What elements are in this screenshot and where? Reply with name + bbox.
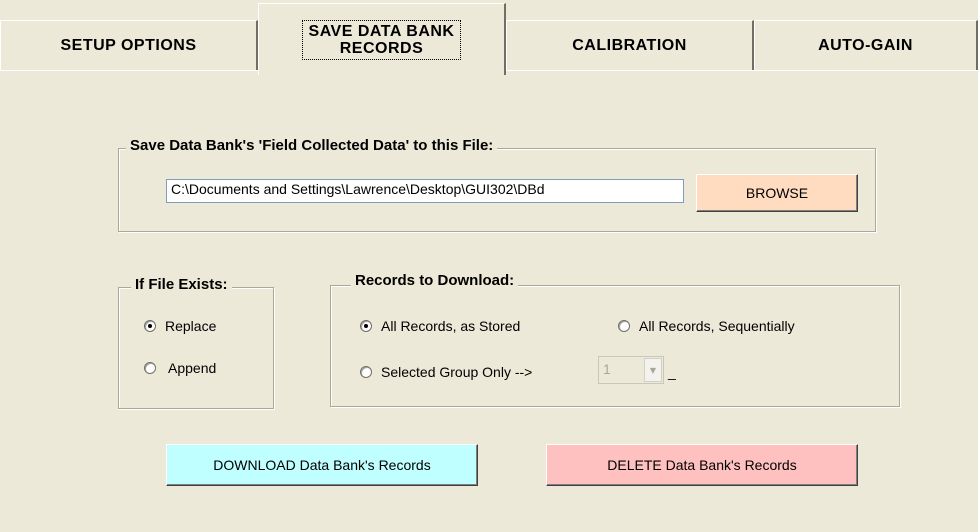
tab-label: CALIBRATION [572, 36, 687, 54]
tab-calibration[interactable]: CALIBRATION [506, 20, 754, 70]
group-suffix: _ [668, 364, 676, 380]
tab-label: SAVE DATA BANK RECORDS [301, 19, 462, 60]
tab-auto-gain[interactable]: AUTO-GAIN [754, 20, 978, 70]
all-records-sequential-label: All Records, Sequentially [639, 318, 795, 334]
group-select-value: 1 [603, 361, 611, 377]
radio-checked-icon [360, 320, 372, 332]
records-legend: Records to Download: [351, 272, 519, 289]
file-path-input[interactable]: C:\Documents and Settings\Lawrence\Deskt… [166, 179, 684, 203]
tab-divider [506, 70, 978, 71]
radio-unchecked-icon [360, 366, 372, 378]
records-group [330, 285, 900, 407]
tab-strip: SETUP OPTIONS SAVE DATA BANK RECORDS CAL… [0, 0, 978, 75]
chevron-down-icon[interactable]: ▼ [644, 358, 662, 382]
tab-divider [0, 70, 258, 71]
radio-unchecked-icon [618, 320, 630, 332]
all-records-stored-label: All Records, as Stored [381, 318, 521, 334]
save-file-legend: Save Data Bank's 'Field Collected Data' … [126, 137, 498, 154]
file-exists-legend: If File Exists: [131, 276, 232, 293]
tab-save-data-bank-records[interactable]: SAVE DATA BANK RECORDS [258, 3, 506, 75]
tab-setup-options[interactable]: SETUP OPTIONS [0, 20, 258, 70]
tab-label: AUTO-GAIN [818, 36, 913, 54]
download-records-button[interactable]: DOWNLOAD Data Bank's Records [166, 444, 478, 486]
tab-label: SETUP OPTIONS [60, 36, 197, 54]
replace-label: Replace [165, 318, 217, 334]
radio-checked-icon [144, 320, 156, 332]
group-select[interactable]: 1 ▼ [598, 356, 664, 384]
delete-records-button[interactable]: DELETE Data Bank's Records [546, 444, 858, 486]
selected-group-label: Selected Group Only --> [381, 364, 533, 380]
append-label: Append [168, 360, 217, 376]
replace-radio[interactable]: Replace [144, 318, 216, 334]
browse-button[interactable]: BROWSE [696, 174, 858, 212]
file-exists-group [118, 287, 274, 409]
all-records-sequential-radio[interactable]: All Records, Sequentially [618, 318, 795, 334]
append-radio[interactable]: Append [144, 360, 216, 376]
radio-unchecked-icon [144, 362, 156, 374]
selected-group-radio[interactable]: Selected Group Only --> [360, 364, 532, 380]
all-records-stored-radio[interactable]: All Records, as Stored [360, 318, 520, 334]
